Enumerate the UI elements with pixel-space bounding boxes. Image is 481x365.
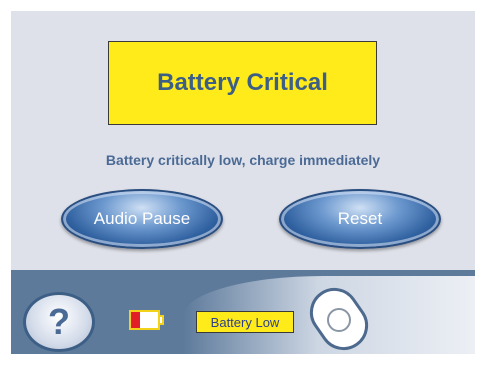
device-screen: Battery Critical Battery critically low,… xyxy=(11,11,475,354)
rotary-knob-icon[interactable] xyxy=(306,286,372,352)
reset-button[interactable]: Reset xyxy=(279,189,441,249)
alarm-message: Battery critically low, charge immediate… xyxy=(105,152,381,168)
alarm-banner: Battery Critical xyxy=(108,41,377,125)
battery-status-label: Battery Low xyxy=(196,311,294,333)
alarm-title: Battery Critical xyxy=(157,69,328,96)
audio-pause-button[interactable]: Audio Pause xyxy=(61,189,223,249)
help-label: ? xyxy=(48,301,70,342)
battery-low-icon xyxy=(129,310,164,330)
help-button[interactable]: ? xyxy=(23,292,95,352)
status-footer: ? Battery Low xyxy=(11,270,475,354)
